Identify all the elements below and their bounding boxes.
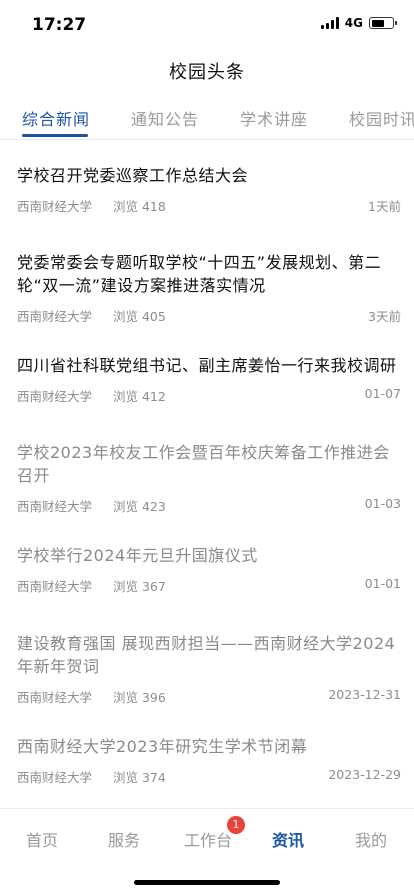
news-views: 浏览 423 [113, 499, 166, 514]
news-title: 学校举行2024年元旦升国旗仪式 [17, 546, 258, 565]
signal-icon [320, 17, 339, 29]
workbench-badge: 1 [227, 816, 245, 834]
news-date: 2023-12-31 [328, 687, 401, 702]
news-meta: 西南财经大学 浏览 405 3天前 [17, 306, 401, 324]
tab-comprehensive-news[interactable]: 综合新闻 [22, 106, 90, 130]
news-source: 西南财经大学 [17, 770, 93, 785]
tabbar-home[interactable]: 首页 [26, 827, 58, 851]
status-indicators: 4G [320, 16, 397, 30]
news-date: 2023-12-29 [328, 767, 401, 782]
tabbar-workbench[interactable]: 工作台 [184, 827, 232, 851]
tabbar-news[interactable]: 资讯 [272, 827, 304, 851]
news-views: 浏览 367 [113, 579, 166, 594]
news-item[interactable]: 学校2023年校友工作会暨百年校庆筹备工作推进会召开 西南财经大学 浏览 423… [17, 441, 401, 514]
news-title: 学校2023年校友工作会暨百年校庆筹备工作推进会召开 [17, 443, 390, 485]
news-item[interactable]: 四川省社科联党组书记、副主席姜怡一行来我校调研 西南财经大学 浏览 412 01… [17, 354, 401, 404]
active-tab-indicator [22, 134, 88, 137]
news-title: 党委常委会专题听取学校“十四五”发展规划、第二轮“双一流”建设方案推进落实情况 [17, 253, 382, 295]
news-views: 浏览 405 [113, 309, 166, 324]
news-meta: 西南财经大学 浏览 396 2023-12-31 [17, 687, 401, 705]
news-source: 西南财经大学 [17, 579, 93, 594]
news-views: 浏览 412 [113, 389, 166, 404]
news-meta: 西南财经大学 浏览 367 01-01 [17, 576, 401, 594]
news-date: 1天前 [368, 199, 401, 214]
news-item[interactable]: 学校举行2024年元旦升国旗仪式 西南财经大学 浏览 367 01-01 [17, 544, 401, 594]
tab-lectures[interactable]: 学术讲座 [240, 106, 308, 130]
tab-notices[interactable]: 通知公告 [131, 106, 199, 130]
news-source: 西南财经大学 [17, 199, 93, 214]
news-meta: 西南财经大学 浏览 374 2023-12-29 [17, 767, 401, 785]
news-title: 建设教育强国 展现西财担当——西南财经大学2024年新年贺词 [17, 634, 396, 676]
page-title: 校园头条 [169, 62, 245, 83]
news-title: 四川省社科联党组书记、副主席姜怡一行来我校调研 [17, 356, 397, 375]
news-date: 01-01 [364, 576, 401, 591]
news-views: 浏览 396 [113, 690, 166, 705]
battery-icon [369, 17, 397, 29]
tab-campus-news[interactable]: 校园时讯 [349, 106, 414, 130]
tabbar-services[interactable]: 服务 [108, 827, 140, 851]
news-date: 3天前 [368, 309, 401, 324]
news-source: 西南财经大学 [17, 690, 93, 705]
news-meta: 西南财经大学 浏览 423 01-03 [17, 496, 401, 514]
news-item[interactable]: 学校召开党委巡察工作总结大会 西南财经大学 浏览 418 1天前 [17, 164, 401, 214]
status-time: 17:27 [32, 15, 87, 35]
status-bar: 17:27 4G [0, 0, 414, 50]
news-item[interactable]: 党委常委会专题听取学校“十四五”发展规划、第二轮“双一流”建设方案推进落实情况 … [17, 251, 401, 324]
news-item[interactable]: 西南财经大学2023年研究生学术节闭幕 西南财经大学 浏览 374 2023-1… [17, 735, 401, 785]
news-date: 01-07 [364, 386, 401, 401]
news-views: 浏览 418 [113, 199, 166, 214]
news-source: 西南财经大学 [17, 309, 93, 324]
news-item[interactable]: 建设教育强国 展现西财担当——西南财经大学2024年新年贺词 西南财经大学 浏览… [17, 632, 401, 705]
news-source: 西南财经大学 [17, 389, 93, 404]
news-meta: 西南财经大学 浏览 412 01-07 [17, 386, 401, 404]
news-meta: 西南财经大学 浏览 418 1天前 [17, 196, 401, 214]
news-title: 学校召开党委巡察工作总结大会 [17, 166, 249, 185]
news-source: 西南财经大学 [17, 499, 93, 514]
news-date: 01-03 [364, 496, 401, 511]
tabbar-profile[interactable]: 我的 [355, 827, 387, 851]
network-type: 4G [344, 16, 363, 30]
news-title: 西南财经大学2023年研究生学术节闭幕 [17, 737, 308, 756]
news-views: 浏览 374 [113, 770, 166, 785]
home-indicator[interactable] [134, 880, 280, 885]
